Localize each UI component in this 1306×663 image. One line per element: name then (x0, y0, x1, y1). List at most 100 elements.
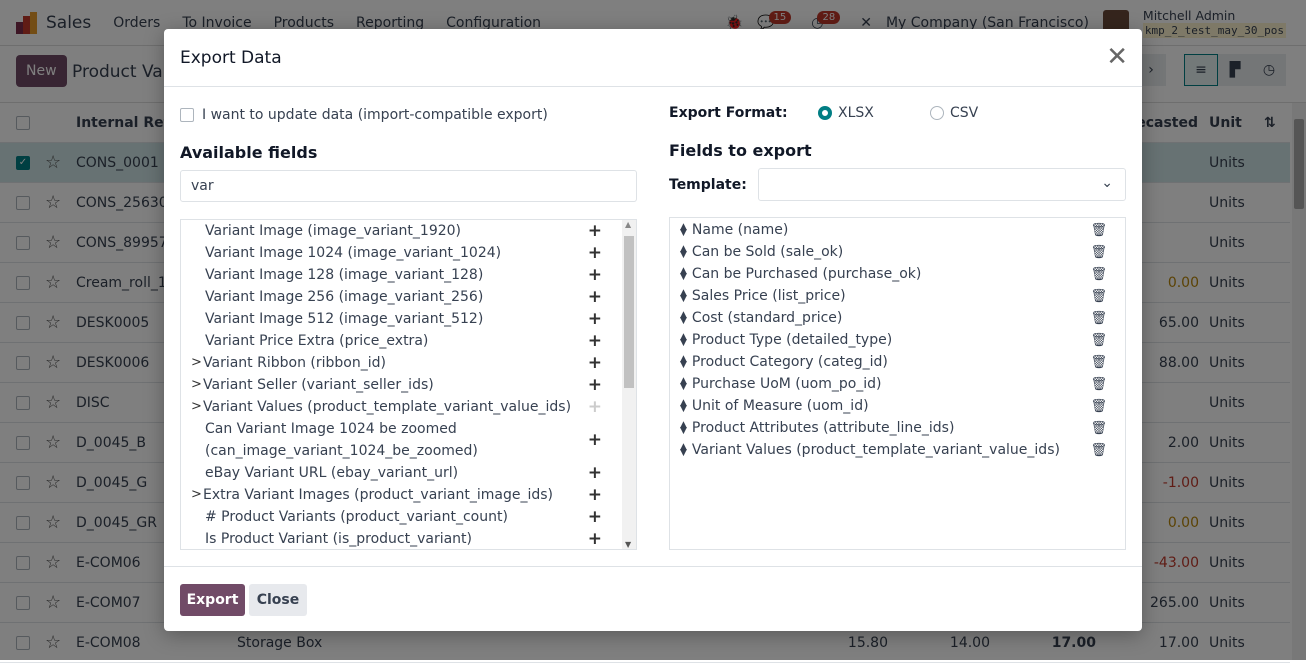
field-label: Is Product Variant (is_product_variant) (205, 531, 472, 547)
trash-icon[interactable]: 🗑 (1090, 311, 1107, 326)
field-label: Variant Image 1024 (image_variant_1024) (205, 245, 502, 261)
export-field-item[interactable]: ▲ ▼ Can be Sold (sale_ok) 🗑 (670, 241, 1125, 263)
export-field-item[interactable]: ▲ ▼ Product Attributes (attribute_line_id… (670, 417, 1125, 439)
export-field-item[interactable]: ▲ ▼ Cost (standard_price) 🗑 (670, 307, 1125, 329)
dialog-footer: Export Close (164, 566, 1142, 631)
add-field-plus-icon[interactable]: + (588, 264, 602, 286)
add-field-plus-icon[interactable]: + (588, 374, 602, 396)
trash-icon[interactable]: 🗑 (1090, 333, 1107, 348)
drag-handle-icon[interactable]: ▲ ▼ (680, 443, 687, 458)
chevron-right-icon[interactable]: > (191, 396, 203, 418)
export-button[interactable]: Export (180, 584, 245, 616)
format-xlsx-radio[interactable]: XLSX (818, 105, 930, 121)
chevron-right-icon[interactable]: > (191, 352, 203, 374)
trash-icon[interactable]: 🗑 (1090, 289, 1107, 304)
chevron-right-icon[interactable]: > (191, 374, 203, 396)
drag-handle-icon[interactable]: ▲ ▼ (680, 399, 687, 414)
available-field-item[interactable]: > Variant Values (product_template_varian… (181, 396, 636, 418)
export-format-label: Export Format: (669, 105, 788, 121)
add-field-plus-icon[interactable]: + (588, 330, 602, 352)
add-field-plus-icon[interactable]: + (588, 242, 602, 264)
available-field-item[interactable]: > Extra Variant Images (product_variant_i… (181, 484, 636, 506)
export-data-dialog: Export Data ✕ I want to update data (imp… (164, 29, 1142, 631)
add-field-plus-icon[interactable]: + (588, 429, 602, 451)
trash-icon[interactable]: 🗑 (1090, 443, 1107, 458)
available-field-item[interactable]: > Variant Seller (variant_seller_ids) + (181, 374, 636, 396)
add-field-plus-icon[interactable]: + (588, 286, 602, 308)
template-select[interactable]: ⌄ (758, 168, 1126, 201)
add-field-plus-icon[interactable]: + (588, 308, 602, 330)
fields-to-export-list: ▲ ▼ Name (name) 🗑 ▲ ▼ Can be Sold (sale_ok)… (669, 217, 1126, 550)
dialog-title: Export Data (164, 29, 1142, 87)
field-label: Variant Price Extra (price_extra) (205, 333, 429, 349)
available-field-item[interactable]: # Product Variants (product_variant_coun… (181, 506, 636, 528)
available-field-item[interactable]: Variant Image 128 (image_variant_128) + (181, 264, 636, 286)
chevron-right-icon[interactable]: > (191, 484, 203, 506)
add-field-plus-icon[interactable]: + (588, 396, 602, 418)
export-field-label: Product Attributes (attribute_line_ids) (691, 420, 955, 436)
export-field-label: Unit of Measure (uom_id) (691, 398, 869, 414)
available-field-item[interactable]: eBay Variant URL (ebay_variant_url) + (181, 462, 636, 484)
drag-handle-icon[interactable]: ▲ ▼ (680, 377, 687, 392)
drag-handle-icon[interactable]: ▲ ▼ (680, 267, 687, 282)
template-label: Template: (669, 177, 747, 193)
export-format: Export Format: XLSX CSV (669, 105, 978, 121)
close-icon[interactable]: ✕ (1106, 44, 1128, 70)
available-field-item[interactable]: Can Variant Image 1024 be zoomed (can_im… (181, 418, 636, 462)
trash-icon[interactable]: 🗑 (1090, 245, 1107, 260)
add-field-plus-icon[interactable]: + (588, 528, 602, 549)
available-field-item[interactable]: Variant Price Extra (price_extra) + (181, 330, 636, 352)
trash-icon[interactable]: 🗑 (1090, 399, 1107, 414)
available-field-item[interactable]: Variant Image (image_variant_1920) + (181, 220, 636, 242)
checkbox-box[interactable] (180, 108, 194, 122)
available-field-item[interactable]: Variant Image 256 (image_variant_256) + (181, 286, 636, 308)
xlsx-label: XLSX (838, 105, 874, 121)
drag-handle-icon[interactable]: ▲ ▼ (680, 355, 687, 370)
field-label: Variant Ribbon (ribbon_id) (203, 355, 386, 371)
export-field-label: Can be Purchased (purchase_ok) (691, 266, 922, 282)
available-field-item[interactable]: Variant Image 1024 (image_variant_1024) … (181, 242, 636, 264)
trash-icon[interactable]: 🗑 (1090, 421, 1107, 436)
close-button[interactable]: Close (249, 584, 307, 616)
field-label: eBay Variant URL (ebay_variant_url) (205, 465, 459, 481)
drag-handle-icon[interactable]: ▲ ▼ (680, 223, 687, 238)
drag-handle-icon[interactable]: ▲ ▼ (680, 289, 687, 304)
drag-handle-icon[interactable]: ▲ ▼ (680, 245, 687, 260)
available-field-item[interactable]: Variant Image 512 (image_variant_512) + (181, 308, 636, 330)
export-field-item[interactable]: ▲ ▼ Can be Purchased (purchase_ok) 🗑 (670, 263, 1125, 285)
add-field-plus-icon[interactable]: + (588, 220, 602, 242)
trash-icon[interactable]: 🗑 (1090, 355, 1107, 370)
field-label: Can Variant Image 1024 be zoomed (can_im… (205, 421, 478, 459)
export-field-label: Purchase UoM (uom_po_id) (691, 376, 882, 392)
fields-scrollbar[interactable]: ▲ ▼ (622, 220, 636, 549)
format-csv-radio[interactable]: CSV (930, 105, 978, 121)
add-field-plus-icon[interactable]: + (588, 484, 602, 506)
chevron-down-icon: ⌄ (1101, 175, 1113, 191)
export-field-label: Sales Price (list_price) (691, 288, 846, 304)
available-field-item[interactable]: Is Product Variant (is_product_variant) … (181, 528, 636, 549)
drag-handle-icon[interactable]: ▲ ▼ (680, 311, 687, 326)
export-field-label: Cost (standard_price) (691, 310, 843, 326)
trash-icon[interactable]: 🗑 (1090, 267, 1107, 282)
add-field-plus-icon[interactable]: + (588, 352, 602, 374)
export-field-item[interactable]: ▲ ▼ Product Type (detailed_type) 🗑 (670, 329, 1125, 351)
add-field-plus-icon[interactable]: + (588, 462, 602, 484)
trash-icon[interactable]: 🗑 (1090, 223, 1107, 238)
add-field-plus-icon[interactable]: + (588, 506, 602, 528)
field-label: Variant Image 512 (image_variant_512) (205, 311, 484, 327)
field-label: # Product Variants (product_variant_coun… (205, 509, 508, 525)
export-field-item[interactable]: ▲ ▼ Product Category (categ_id) 🗑 (670, 351, 1125, 373)
export-field-item[interactable]: ▲ ▼ Variant Values (product_template_vari… (670, 439, 1125, 461)
trash-icon[interactable]: 🗑 (1090, 377, 1107, 392)
export-field-item[interactable]: ▲ ▼ Purchase UoM (uom_po_id) 🗑 (670, 373, 1125, 395)
drag-handle-icon[interactable]: ▲ ▼ (680, 421, 687, 436)
field-label: Variant Values (product_template_variant… (203, 399, 572, 415)
export-field-item[interactable]: ▲ ▼ Name (name) 🗑 (670, 219, 1125, 241)
export-field-label: Product Type (detailed_type) (691, 332, 893, 348)
export-field-item[interactable]: ▲ ▼ Sales Price (list_price) 🗑 (670, 285, 1125, 307)
drag-handle-icon[interactable]: ▲ ▼ (680, 333, 687, 348)
export-field-item[interactable]: ▲ ▼ Unit of Measure (uom_id) 🗑 (670, 395, 1125, 417)
field-search-input[interactable]: var (180, 170, 637, 202)
available-field-item[interactable]: > Variant Ribbon (ribbon_id) + (181, 352, 636, 374)
import-compatible-checkbox[interactable]: I want to update data (import-compatible… (180, 107, 548, 123)
